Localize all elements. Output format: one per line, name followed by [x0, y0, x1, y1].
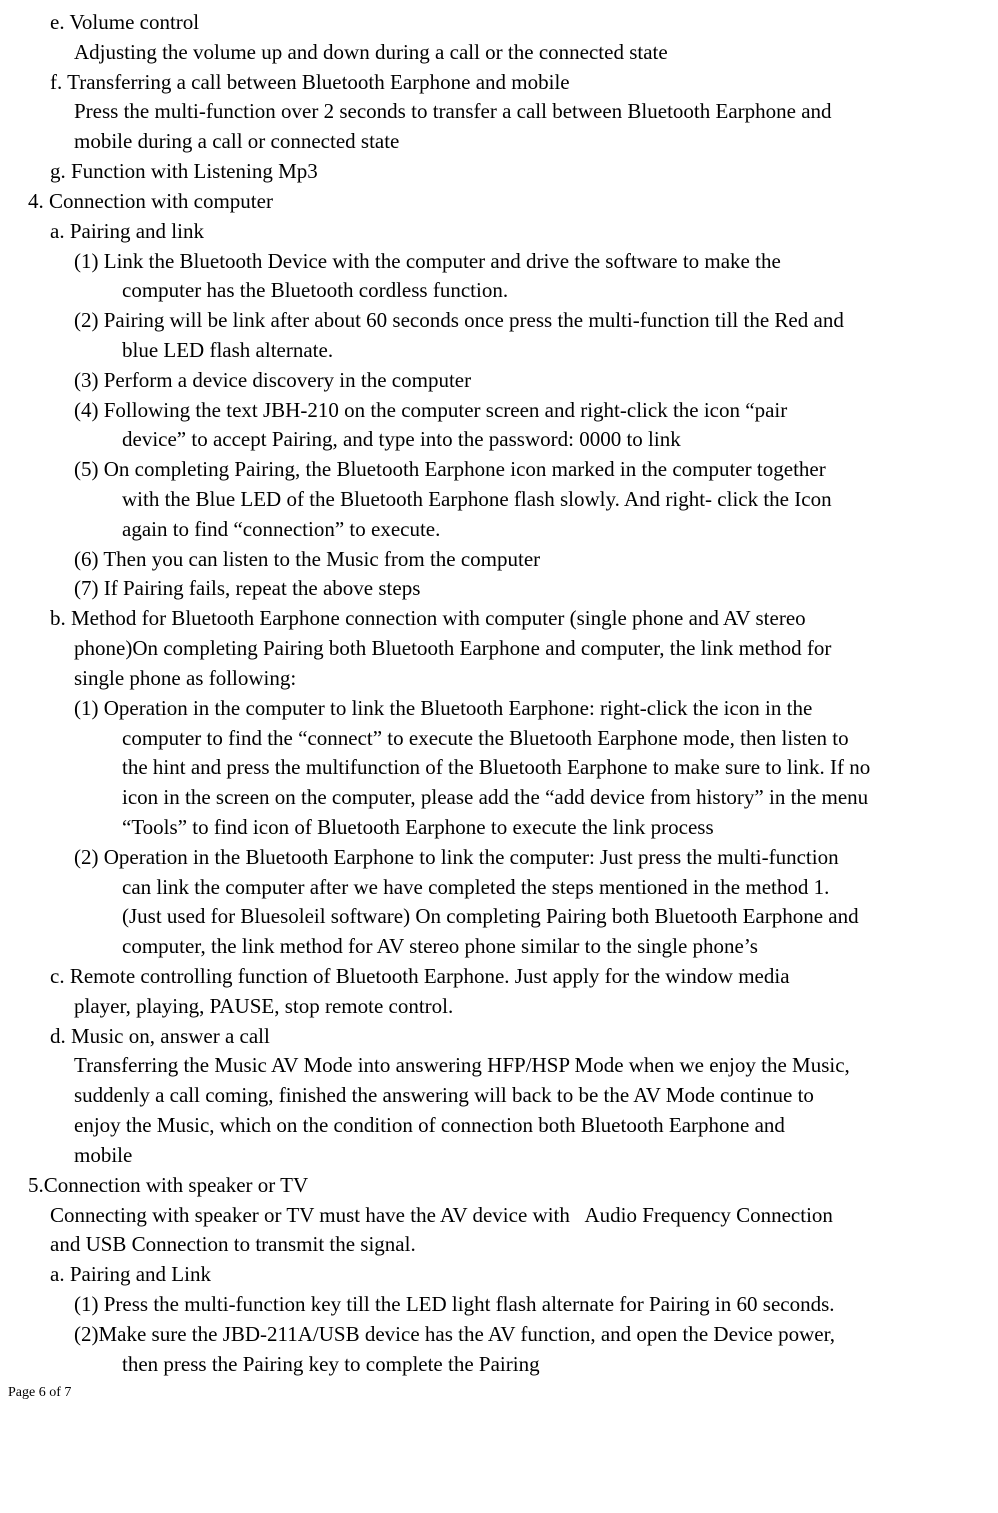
step-4a-1-line: (1) Link the Bluetooth Device with the c… [8, 247, 974, 277]
step-5a-2-line: then press the Pairing key to complete t… [8, 1350, 974, 1380]
step-4a-5-line: (5) On completing Pairing, the Bluetooth… [8, 455, 974, 485]
step-5a-2-line: (2)Make sure the JBD-211A/USB device has… [8, 1320, 974, 1350]
step-5a-1: (1) Press the multi-function key till th… [8, 1290, 974, 1320]
item-4b-line: single phone as following: [8, 664, 974, 694]
item-g-heading: g. Function with Listening Mp3 [8, 157, 974, 187]
step-4b-2-line: (2) Operation in the Bluetooth Earphone … [8, 843, 974, 873]
section-5-intro-line: Connecting with speaker or TV must have … [8, 1201, 974, 1231]
section-4-heading: 4. Connection with computer [8, 187, 974, 217]
step-4a-5-line: with the Blue LED of the Bluetooth Earph… [8, 485, 974, 515]
item-4d-line: enjoy the Music, which on the condition … [8, 1111, 974, 1141]
item-e-body: Adjusting the volume up and down during … [8, 38, 974, 68]
item-4c-line: c. Remote controlling function of Blueto… [8, 962, 974, 992]
step-4b-1-line: icon in the screen on the computer, plea… [8, 783, 974, 813]
step-4a-4-line: (4) Following the text JBH-210 on the co… [8, 396, 974, 426]
item-f-heading: f. Transferring a call between Bluetooth… [8, 68, 974, 98]
step-4a-7: (7) If Pairing fails, repeat the above s… [8, 574, 974, 604]
item-4d-heading: d. Music on, answer a call [8, 1022, 974, 1052]
step-4a-6: (6) Then you can listen to the Music fro… [8, 545, 974, 575]
item-4b-line: b. Method for Bluetooth Earphone connect… [8, 604, 974, 634]
step-4a-1-line: computer has the Bluetooth cordless func… [8, 276, 974, 306]
step-4b-2-line: can link the computer after we have comp… [8, 873, 974, 903]
step-4a-4-line: device” to accept Pairing, and type into… [8, 425, 974, 455]
step-4b-1-line: “Tools” to find icon of Bluetooth Earpho… [8, 813, 974, 843]
section-5-intro-line: and USB Connection to transmit the signa… [8, 1230, 974, 1260]
item-f-body-line: mobile during a call or connected state [8, 127, 974, 157]
step-4a-2-line: (2) Pairing will be link after about 60 … [8, 306, 974, 336]
item-4b-line: phone)On completing Pairing both Bluetoo… [8, 634, 974, 664]
item-4d-line: mobile [8, 1141, 974, 1171]
item-4c-line: player, playing, PAUSE, stop remote cont… [8, 992, 974, 1022]
step-4b-2-line: computer, the link method for AV stereo … [8, 932, 974, 962]
item-e-heading: e. Volume control [8, 8, 974, 38]
item-4a-heading: a. Pairing and link [8, 217, 974, 247]
step-4a-2-line: blue LED flash alternate. [8, 336, 974, 366]
step-4a-5-line: again to find “connection” to execute. [8, 515, 974, 545]
step-4b-1-line: the hint and press the multifunction of … [8, 753, 974, 783]
step-4b-1-line: (1) Operation in the computer to link th… [8, 694, 974, 724]
section-5-heading: 5.Connection with speaker or TV [8, 1171, 974, 1201]
item-4d-line: Transferring the Music AV Mode into answ… [8, 1051, 974, 1081]
page-footer: Page 6 of 7 [8, 1383, 974, 1403]
item-5a-heading: a. Pairing and Link [8, 1260, 974, 1290]
step-4b-1-line: computer to find the “connect” to execut… [8, 724, 974, 754]
step-4b-2-line: (Just used for Bluesoleil software) On c… [8, 902, 974, 932]
step-4a-3: (3) Perform a device discovery in the co… [8, 366, 974, 396]
item-f-body-line: Press the multi-function over 2 seconds … [8, 97, 974, 127]
item-4d-line: suddenly a call coming, finished the ans… [8, 1081, 974, 1111]
